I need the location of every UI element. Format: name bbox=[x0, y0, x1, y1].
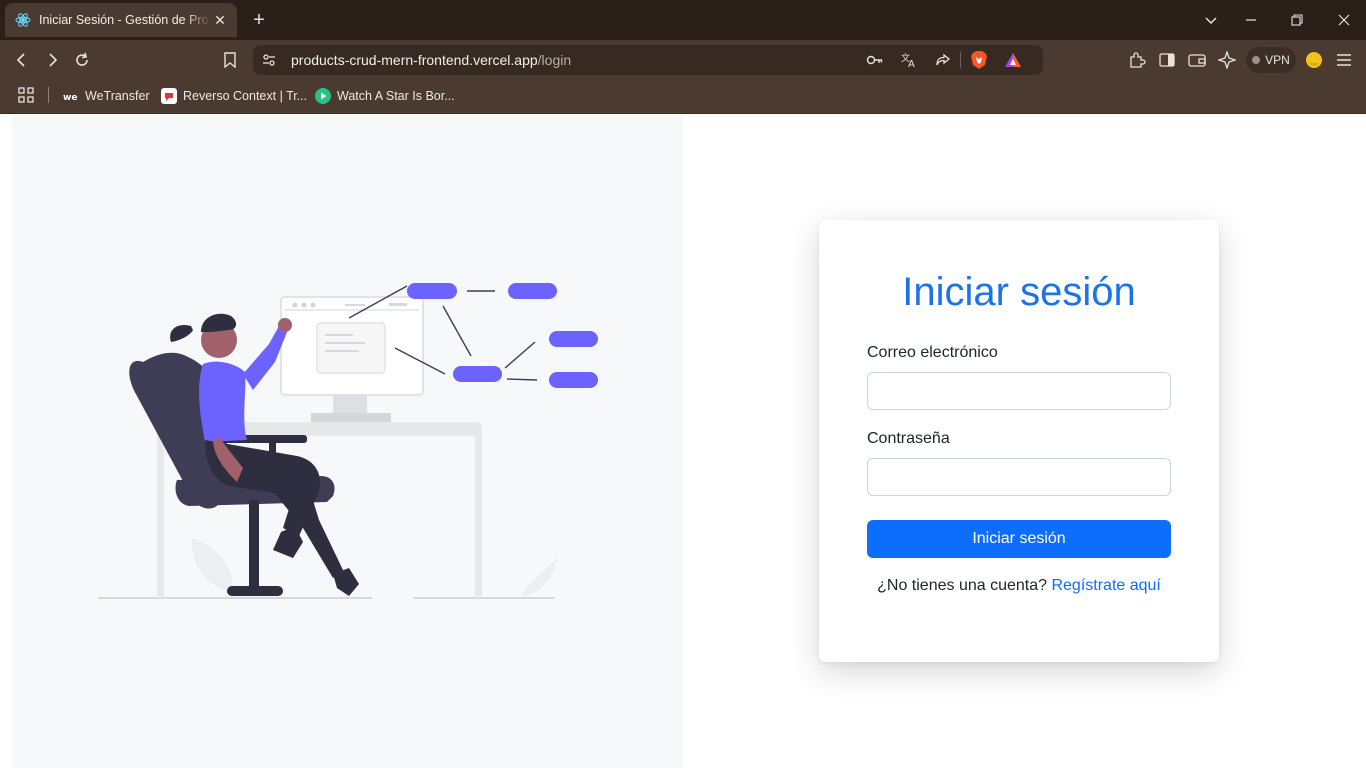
url-host: products-crud-mern-frontend.vercel.app bbox=[291, 52, 538, 68]
tab-title: Iniciar Sesión - Gestión de Productos bbox=[39, 13, 211, 27]
close-window-icon[interactable] bbox=[1332, 8, 1356, 32]
bookmark-wetransfer[interactable]: we WeTransfer bbox=[63, 86, 150, 106]
bookmark-icon[interactable] bbox=[218, 48, 242, 72]
login-card: Iniciar sesión Correo electrónico Contra… bbox=[819, 220, 1219, 662]
forward-icon[interactable] bbox=[40, 48, 64, 72]
back-icon[interactable] bbox=[10, 48, 34, 72]
password-field[interactable] bbox=[867, 458, 1171, 496]
bookmark-label: Reverso Context | Tr... bbox=[183, 89, 308, 103]
email-label: Correo electrónico bbox=[867, 344, 998, 361]
bookmark-label: WeTransfer bbox=[85, 89, 150, 103]
play-icon bbox=[315, 88, 331, 104]
translate-icon[interactable]: 文A bbox=[898, 49, 920, 71]
bookmark-reverso[interactable]: Reverso Context | Tr... bbox=[161, 86, 307, 106]
bookmarks-divider bbox=[48, 87, 49, 103]
extensions-icon[interactable] bbox=[1125, 48, 1149, 72]
close-icon[interactable]: ✕ bbox=[211, 11, 229, 29]
register-prompt: ¿No tienes una cuenta? Regístrate aquí bbox=[819, 577, 1219, 595]
profile-avatar-icon[interactable] bbox=[1302, 48, 1326, 72]
vpn-label: VPN bbox=[1265, 53, 1290, 67]
url-text[interactable]: products-crud-mern-frontend.vercel.app/l… bbox=[291, 52, 571, 68]
register-link[interactable]: Regístrate aquí bbox=[1051, 577, 1160, 594]
site-settings-icon[interactable] bbox=[258, 49, 280, 71]
minimize-icon[interactable] bbox=[1239, 8, 1263, 32]
react-icon bbox=[15, 12, 31, 28]
illustration-panel bbox=[12, 115, 683, 768]
email-field[interactable] bbox=[867, 372, 1171, 410]
new-tab-button[interactable]: + bbox=[248, 9, 270, 31]
share-icon[interactable] bbox=[932, 49, 954, 71]
svg-text:we: we bbox=[63, 93, 77, 101]
url-path: /login bbox=[537, 52, 572, 68]
key-icon[interactable] bbox=[864, 49, 886, 71]
apps-grid-icon[interactable] bbox=[14, 83, 38, 107]
wallet-icon[interactable] bbox=[1185, 48, 1209, 72]
vpn-status-icon bbox=[1252, 56, 1261, 64]
leo-ai-icon[interactable] bbox=[1215, 48, 1239, 72]
vpn-button[interactable]: VPN bbox=[1246, 47, 1296, 73]
tab-search-icon[interactable] bbox=[1199, 8, 1223, 32]
bookmark-label: Watch A Star Is Bor... bbox=[337, 89, 455, 103]
omnibox-divider bbox=[960, 52, 961, 68]
active-tab[interactable]: Iniciar Sesión - Gestión de Productos ✕ bbox=[5, 3, 237, 37]
brave-shields-icon[interactable] bbox=[968, 49, 990, 71]
workspace-illustration bbox=[98, 283, 598, 599]
brave-rewards-icon[interactable] bbox=[1002, 49, 1024, 71]
login-button[interactable]: Iniciar sesión bbox=[867, 520, 1171, 558]
reload-icon[interactable] bbox=[70, 48, 94, 72]
password-label: Contraseña bbox=[867, 430, 950, 447]
restore-icon[interactable] bbox=[1285, 8, 1309, 32]
register-text: ¿No tienes una cuenta? bbox=[877, 577, 1048, 594]
bookmark-watch[interactable]: Watch A Star Is Bor... bbox=[315, 86, 455, 106]
login-title: Iniciar sesión bbox=[902, 270, 1136, 314]
svg-text:A: A bbox=[908, 59, 915, 69]
wetransfer-icon: we bbox=[63, 91, 79, 101]
sidebar-icon[interactable] bbox=[1155, 48, 1179, 72]
menu-icon[interactable] bbox=[1332, 48, 1356, 72]
reverso-icon bbox=[161, 88, 177, 104]
